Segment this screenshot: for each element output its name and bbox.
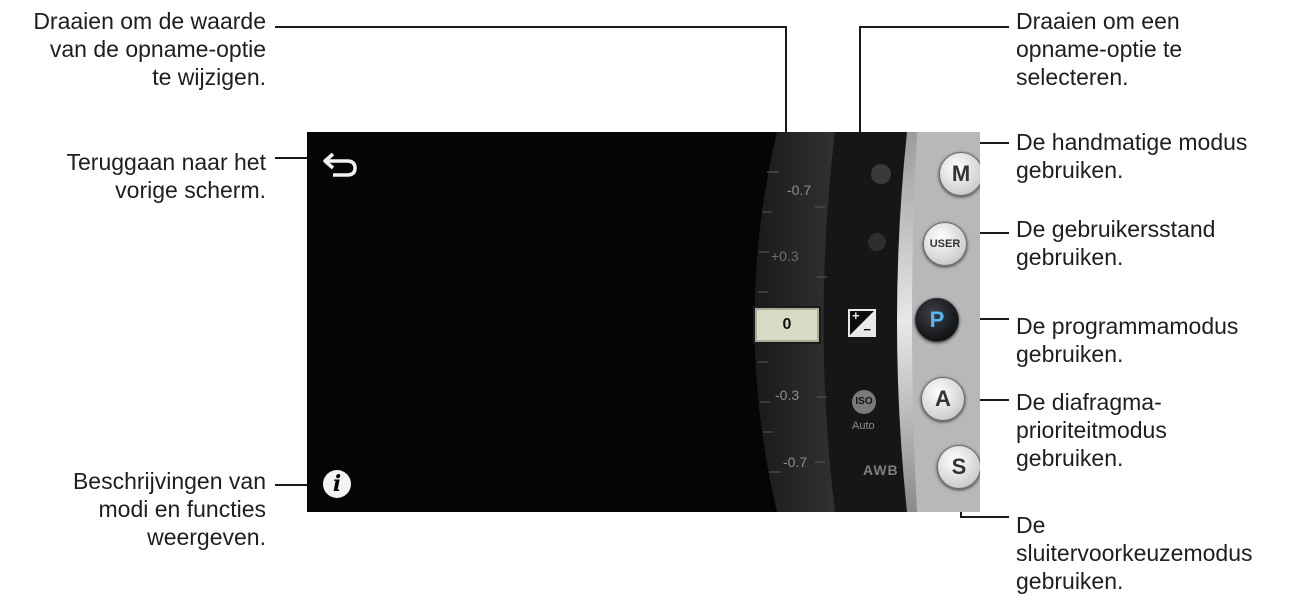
mode-button-shutter[interactable]: S — [937, 445, 980, 489]
leader-select-option-h — [859, 26, 1009, 28]
callout-program: De programmamodus gebruiken. — [1016, 313, 1239, 367]
callout-shutter: De sluitervoorkeuzemodus gebruiken. — [1016, 512, 1253, 594]
scale-label: -0.7 — [783, 454, 808, 470]
leader-user — [975, 232, 1009, 234]
awb-icon[interactable]: AWB — [863, 462, 899, 478]
iso-label: Auto — [852, 420, 875, 432]
mode-button-manual[interactable]: M — [939, 152, 980, 196]
leader-change-value-h — [275, 26, 787, 28]
callout-info: Beschrijvingen van modi en functies weer… — [72, 468, 266, 550]
exposure-icon[interactable]: + − — [848, 309, 876, 337]
callout-user: De gebruikersstand gebruiken. — [1016, 216, 1216, 270]
camera-screen: i -0.7 +0.3 -0.3 -0.7 0 + − ISO Auto AWB… — [307, 132, 980, 512]
back-arrow-icon[interactable] — [321, 150, 359, 178]
callout-select-option: Draaien om een opname-optie te selectere… — [1016, 8, 1183, 90]
leader-shutter-h — [960, 516, 1009, 518]
iso-icon[interactable]: ISO — [852, 390, 876, 414]
scale-label: +0.3 — [771, 248, 799, 264]
callout-change-value: Draaien om de waarde van de opname-optie… — [33, 8, 266, 90]
info-icon[interactable]: i — [323, 470, 351, 498]
dial-graphics — [754, 132, 980, 512]
callout-aperture: De diafragma- prioriteitmodus gebruiken. — [1016, 389, 1167, 471]
scale-label: -0.3 — [775, 387, 800, 403]
mode-button-program[interactable]: P — [915, 298, 959, 342]
exposure-value-box[interactable]: 0 — [753, 306, 821, 344]
scale-label: -0.7 — [787, 182, 812, 198]
mode-button-aperture[interactable]: A — [921, 377, 965, 421]
callout-manual: De handmatige modus gebruiken. — [1016, 129, 1248, 183]
callout-back: Teruggaan naar het vorige scherm. — [66, 149, 267, 203]
mode-button-user[interactable]: USER — [923, 222, 967, 266]
